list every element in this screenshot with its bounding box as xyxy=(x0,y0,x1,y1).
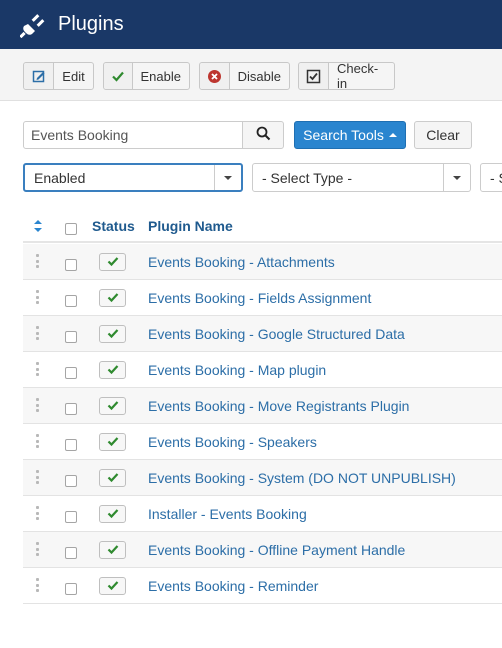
drag-handle-icon[interactable] xyxy=(36,254,40,268)
search-input-value: Events Booking xyxy=(31,127,129,143)
table-row: Events Booking - Speakers xyxy=(23,424,502,460)
page-header: Plugins xyxy=(0,0,502,49)
status-toggle[interactable] xyxy=(99,361,126,379)
status-toggle[interactable] xyxy=(99,505,126,523)
drag-handle-icon[interactable] xyxy=(36,434,40,448)
status-toggle[interactable] xyxy=(99,325,126,343)
chevron-down-icon xyxy=(443,164,470,191)
table-row: Events Booking - Fields Assignment xyxy=(23,280,502,316)
page-title: Plugins xyxy=(58,13,124,35)
search-tools-button[interactable]: Search Tools xyxy=(294,121,406,149)
plugin-name-link[interactable]: Events Booking - Offline Payment Handle xyxy=(148,542,405,558)
drag-handle-icon[interactable] xyxy=(36,506,40,520)
enable-button-label: Enable xyxy=(140,68,181,84)
clear-button-label: Clear xyxy=(426,127,460,143)
row-checkbox[interactable] xyxy=(65,295,77,307)
drag-handle-icon[interactable] xyxy=(36,470,40,484)
plugin-name-link[interactable]: Events Booking - Reminder xyxy=(148,578,318,594)
drag-handle-icon[interactable] xyxy=(36,578,40,592)
table-header: Status Plugin Name xyxy=(23,210,502,243)
table-row: Installer - Events Booking xyxy=(23,496,502,532)
row-checkbox[interactable] xyxy=(65,367,77,379)
table-row: Events Booking - Offline Payment Handle xyxy=(23,532,502,568)
status-toggle[interactable] xyxy=(99,469,126,487)
check-icon xyxy=(107,506,119,522)
search-icon xyxy=(256,126,271,144)
table-row: Events Booking - Move Registrants Plugin xyxy=(23,388,502,424)
plugin-name-link[interactable]: Events Booking - Speakers xyxy=(148,434,317,450)
check-icon xyxy=(107,398,119,414)
third-filter-select[interactable]: - S xyxy=(480,163,502,192)
drag-handle-icon[interactable] xyxy=(36,290,40,304)
check-in-button-label: Check-in xyxy=(337,61,379,91)
search-tools-label: Search Tools xyxy=(303,127,384,143)
edit-button[interactable]: Edit xyxy=(23,62,94,90)
plugin-name-link[interactable]: Events Booking - Fields Assignment xyxy=(148,290,371,306)
select-all-checkbox[interactable] xyxy=(65,223,77,235)
checkbox-icon xyxy=(299,63,329,89)
plugin-name-link[interactable]: Events Booking - System (DO NOT UNPUBLIS… xyxy=(148,470,456,486)
drag-handle-icon[interactable] xyxy=(36,398,40,412)
check-icon xyxy=(107,578,119,594)
check-icon xyxy=(104,63,133,89)
plugin-name-link[interactable]: Events Booking - Google Structured Data xyxy=(148,326,405,342)
sort-icon[interactable] xyxy=(33,219,43,236)
search-input[interactable]: Events Booking xyxy=(23,121,243,149)
plugin-name-link[interactable]: Events Booking - Map plugin xyxy=(148,362,326,378)
status-toggle[interactable] xyxy=(99,253,126,271)
disable-button[interactable]: Disable xyxy=(199,62,290,90)
check-icon xyxy=(107,254,119,270)
table-row: Events Booking - Google Structured Data xyxy=(23,316,502,352)
table-row: Events Booking - System (DO NOT UNPUBLIS… xyxy=(23,460,502,496)
status-filter-value: Enabled xyxy=(34,169,86,186)
row-checkbox[interactable] xyxy=(65,547,77,559)
row-checkbox[interactable] xyxy=(65,583,77,595)
table-row: Events Booking - Map plugin xyxy=(23,352,502,388)
table-row: Events Booking - Attachments xyxy=(23,244,502,280)
row-checkbox[interactable] xyxy=(65,439,77,451)
plugin-name-link[interactable]: Installer - Events Booking xyxy=(148,506,307,522)
clear-button[interactable]: Clear xyxy=(414,121,472,149)
toolbar: Edit Enable Disable Check-in xyxy=(0,49,502,101)
plugin-name-link[interactable]: Events Booking - Attachments xyxy=(148,254,335,270)
row-checkbox[interactable] xyxy=(65,403,77,415)
edit-icon xyxy=(24,63,54,89)
status-filter-select[interactable]: Enabled xyxy=(23,163,243,192)
status-toggle[interactable] xyxy=(99,541,126,559)
enable-button[interactable]: Enable xyxy=(103,62,190,90)
caret-up-icon xyxy=(388,133,397,137)
disable-button-label: Disable xyxy=(237,68,281,84)
type-filter-value: - Select Type - xyxy=(262,169,353,186)
close-circle-icon xyxy=(200,63,230,89)
row-checkbox[interactable] xyxy=(65,259,77,271)
edit-button-label: Edit xyxy=(62,68,85,84)
search-button[interactable] xyxy=(242,121,284,149)
status-toggle[interactable] xyxy=(99,397,126,415)
check-icon xyxy=(107,434,119,450)
check-icon xyxy=(107,326,119,342)
status-toggle[interactable] xyxy=(99,433,126,451)
plug-icon xyxy=(18,10,48,40)
type-filter-select[interactable]: - Select Type - xyxy=(252,163,471,192)
check-icon xyxy=(107,362,119,378)
plugin-name-link[interactable]: Events Booking - Move Registrants Plugin xyxy=(148,398,409,414)
row-checkbox[interactable] xyxy=(65,331,77,343)
table-row: Events Booking - Reminder xyxy=(23,568,502,604)
check-icon xyxy=(107,542,119,558)
status-column-header[interactable]: Status xyxy=(92,218,135,234)
drag-handle-icon[interactable] xyxy=(36,362,40,376)
chevron-down-icon xyxy=(214,165,241,190)
row-checkbox[interactable] xyxy=(65,475,77,487)
drag-handle-icon[interactable] xyxy=(36,542,40,556)
check-icon xyxy=(107,470,119,486)
status-toggle[interactable] xyxy=(99,577,126,595)
third-filter-value: - S xyxy=(490,169,502,186)
check-in-button[interactable]: Check-in xyxy=(298,61,395,91)
row-checkbox[interactable] xyxy=(65,511,77,523)
plugin-name-column-header[interactable]: Plugin Name xyxy=(148,218,233,234)
check-icon xyxy=(107,290,119,306)
drag-handle-icon[interactable] xyxy=(36,326,40,340)
status-toggle[interactable] xyxy=(99,289,126,307)
